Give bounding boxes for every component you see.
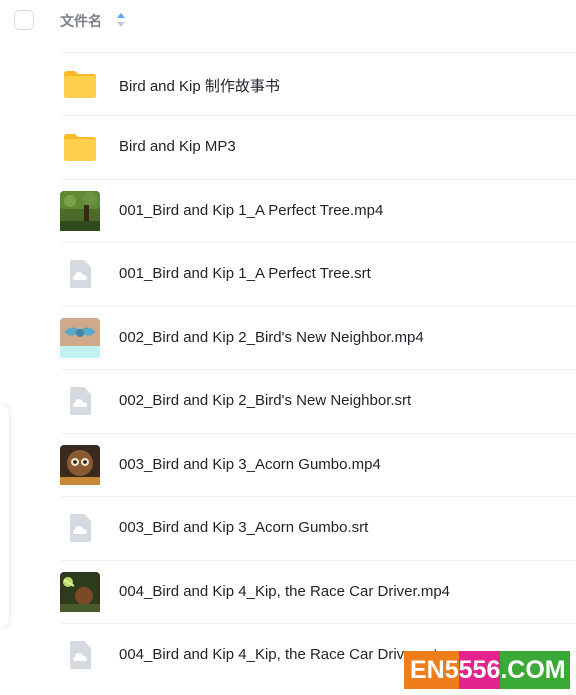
cloud-file-icon [70, 260, 91, 288]
file-name[interactable]: 004_Bird and Kip 4_Kip, the Race Car Dri… [119, 646, 438, 663]
file-row[interactable]: 003_Bird and Kip 3_Acorn Gumbo.srt [60, 496, 576, 559]
video-thumbnail [60, 318, 100, 358]
file-name[interactable]: 001_Bird and Kip 1_A Perfect Tree.mp4 [119, 202, 383, 219]
video-thumbnail [60, 445, 100, 485]
file-row[interactable]: 001_Bird and Kip 1_A Perfect Tree.srt [60, 242, 576, 305]
file-name[interactable]: 002_Bird and Kip 2_Bird's New Neighbor.m… [119, 329, 424, 346]
side-panel-edge [0, 405, 9, 627]
video-thumbnail [60, 572, 100, 612]
file-list-header: 文件名 [0, 0, 576, 44]
select-all-checkbox[interactable] [14, 10, 34, 30]
cloud-file-icon [70, 641, 91, 669]
file-name[interactable]: 003_Bird and Kip 3_Acorn Gumbo.mp4 [119, 456, 381, 473]
file-list-page: 文件名 Bird and Kip 制作故事书 Bird and Kip MP3 [0, 0, 576, 695]
cloud-file-icon [70, 387, 91, 415]
watermark-part-2: 556 [458, 651, 501, 689]
file-name[interactable]: Bird and Kip 制作故事书 [119, 75, 280, 96]
file-row[interactable]: Bird and Kip MP3 [60, 115, 576, 178]
file-row[interactable]: 004_Bird and Kip 4_Kip, the Race Car Dri… [60, 560, 576, 623]
file-row[interactable]: 003_Bird and Kip 3_Acorn Gumbo.mp4 [60, 433, 576, 496]
file-row[interactable]: 002_Bird and Kip 2_Bird's New Neighbor.s… [60, 369, 576, 432]
file-row[interactable]: 001_Bird and Kip 1_A Perfect Tree.mp4 [60, 179, 576, 242]
cloud-file-icon [70, 514, 91, 542]
watermark-logo: EN5 556 .COM [404, 651, 570, 689]
file-name[interactable]: 003_Bird and Kip 3_Acorn Gumbo.srt [119, 519, 368, 536]
file-row[interactable]: 002_Bird and Kip 2_Bird's New Neighbor.m… [60, 306, 576, 369]
file-name[interactable]: 001_Bird and Kip 1_A Perfect Tree.srt [119, 265, 371, 282]
file-name[interactable]: Bird and Kip MP3 [119, 138, 236, 155]
column-header-filename[interactable]: 文件名 [60, 11, 102, 31]
video-thumbnail [60, 191, 100, 231]
folder-icon [64, 71, 96, 98]
watermark-part-3: .COM [500, 651, 570, 689]
watermark-part-1: EN5 [404, 651, 459, 689]
file-row[interactable]: Bird and Kip 制作故事书 [60, 52, 576, 115]
folder-icon [64, 134, 96, 161]
sort-arrows-icon[interactable] [116, 12, 126, 28]
file-name[interactable]: 002_Bird and Kip 2_Bird's New Neighbor.s… [119, 392, 411, 409]
file-name[interactable]: 004_Bird and Kip 4_Kip, the Race Car Dri… [119, 583, 450, 600]
